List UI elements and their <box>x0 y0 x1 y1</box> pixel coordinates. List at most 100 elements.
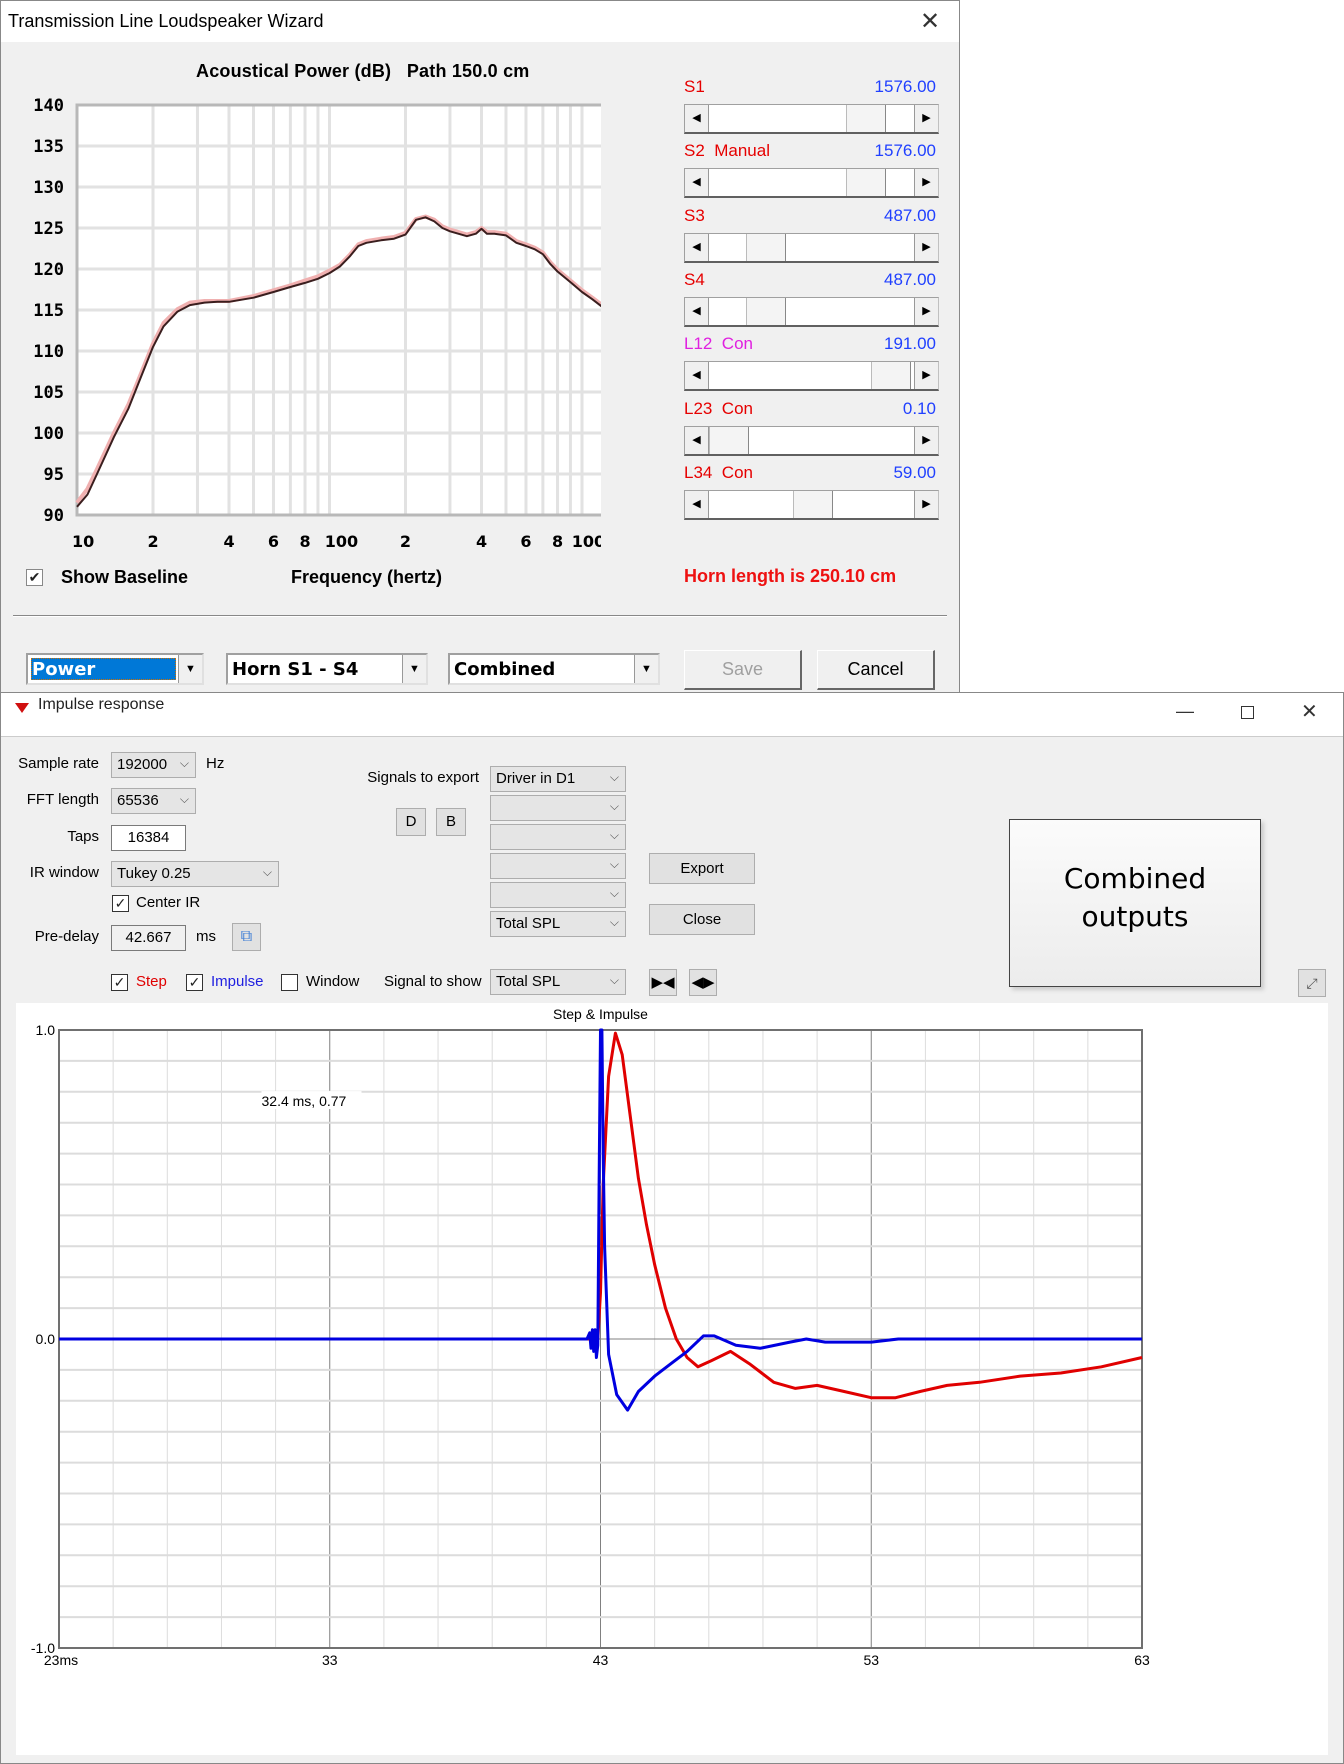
b-button[interactable]: B <box>436 808 466 836</box>
slider-scrollbar[interactable]: ◀ ▶ <box>684 361 939 392</box>
power-chart: 90 95 100 105 110 115 120 125 130 135 140 10 2 4 6 8 100… <box>33 96 601 551</box>
x-tick-label: 8 <box>299 532 310 551</box>
y-tick-label: 90 <box>44 506 64 526</box>
sample-rate-value: 192000 <box>117 756 168 773</box>
fft-length-label: FFT length <box>26 791 99 808</box>
predelay-input[interactable]: 42.667 <box>111 925 186 951</box>
slider-value: 487.00 <box>884 205 936 225</box>
sample-rate-label: Sample rate <box>18 755 99 772</box>
step-label: Step <box>136 973 167 990</box>
slider-thumb[interactable] <box>745 297 786 325</box>
scroll-left-arrow-icon[interactable]: ◀ <box>685 426 709 454</box>
export-signal-select[interactable]: Driver in D1 ⌵ <box>490 766 626 792</box>
slider-scrollbar[interactable]: ◀ ▶ <box>684 104 939 134</box>
y-tick-label: 135 <box>33 137 64 157</box>
export-button[interactable]: Export <box>649 853 755 884</box>
ir-window-select[interactable]: Tukey 0.25 ⌵ <box>111 861 279 887</box>
slider-thumb[interactable] <box>792 490 833 518</box>
scroll-right-arrow-icon[interactable]: ▶ <box>914 426 938 454</box>
x-axis-title: Frequency (hertz) <box>291 567 443 587</box>
close-button[interactable]: Close <box>649 904 755 935</box>
y-tick-label: 120 <box>33 260 64 280</box>
view-select-value: Power <box>32 659 96 680</box>
y-tick-label: 140 <box>33 96 64 116</box>
slider-value: 0.10 <box>902 398 936 418</box>
fft-length-select[interactable]: 65536 ⌵ <box>111 788 196 814</box>
taps-input[interactable]: 16384 <box>111 825 186 851</box>
cancel-button[interactable]: Cancel <box>817 650 935 690</box>
impulse-title-bar: Impulse response — ✕ <box>1 693 1343 737</box>
x-tick-label: 43 <box>593 1652 609 1668</box>
impulse-checkbox[interactable]: ✓ <box>186 974 203 991</box>
chevron-down-icon[interactable]: ▼ <box>634 655 658 683</box>
export-signal-select[interactable]: Total SPL ⌵ <box>490 911 626 937</box>
view-select[interactable]: Power ▼ <box>26 653 204 685</box>
chevron-down-icon: ⌵ <box>609 886 619 900</box>
slider-thumb[interactable] <box>745 233 786 261</box>
scroll-left-arrow-icon[interactable]: ◀ <box>685 362 709 390</box>
chart-title: Step & Impulse <box>553 1006 648 1022</box>
scroll-right-arrow-icon[interactable]: ▶ <box>914 297 938 325</box>
sample-rate-select[interactable]: 192000 ⌵ <box>111 752 196 778</box>
scroll-right-arrow-icon[interactable]: ▶ <box>914 490 938 518</box>
show-baseline-check[interactable]: ✔ <box>26 569 43 586</box>
signal-to-show-value: Total SPL <box>496 973 561 990</box>
slider-scrollbar[interactable]: ◀ ▶ <box>684 489 939 520</box>
step-impulse-plot-panel: Step & Impulse 1.0 0.0 -1.0 23ms 33 43 53 63 32.4… <box>16 1003 1328 1755</box>
window-checkbox[interactable] <box>281 974 298 991</box>
slider-thumb[interactable] <box>709 426 749 454</box>
signals-to-export-label: Signals to export <box>367 769 479 786</box>
scroll-left-arrow-icon[interactable]: ◀ <box>685 233 709 261</box>
center-ir-checkbox[interactable]: ✓ <box>112 895 129 912</box>
scroll-left-arrow-icon[interactable]: ◀ <box>685 105 709 132</box>
export-signal-select[interactable]: ⌵ <box>490 882 626 908</box>
scroll-right-arrow-icon[interactable]: ▶ <box>914 233 938 261</box>
x-tick-label: 2 <box>147 532 158 551</box>
slider-scrollbar[interactable]: ◀ ▶ <box>684 168 939 199</box>
segment-select[interactable]: Horn S1 - S4 ▼ <box>226 653 428 685</box>
combined-outputs-box: Combined outputs <box>1009 819 1261 987</box>
slider-thumb[interactable] <box>870 362 911 390</box>
chevron-down-icon: ⌵ <box>609 857 619 871</box>
maximize-icon[interactable] <box>1241 706 1254 719</box>
chevron-down-icon: ⌵ <box>262 865 272 879</box>
export-signal-select[interactable]: ⌵ <box>490 853 626 879</box>
scroll-right-arrow-icon[interactable]: ▶ <box>914 362 938 390</box>
slider-scrollbar[interactable]: ◀ ▶ <box>684 232 939 263</box>
slider-value: 191.00 <box>884 334 936 354</box>
taps-label: Taps <box>67 828 99 845</box>
close-icon[interactable]: ✕ <box>915 7 945 36</box>
export-signal-select[interactable]: ⌵ <box>490 795 626 821</box>
slider-scrollbar[interactable]: ◀ ▶ <box>684 296 939 327</box>
scroll-right-arrow-icon[interactable]: ▶ <box>914 105 938 132</box>
signal-to-show-select[interactable]: Total SPL ⌵ <box>490 969 626 995</box>
chevron-down-icon[interactable]: ▼ <box>178 655 202 683</box>
chevron-down-icon[interactable]: ▼ <box>402 655 426 683</box>
segment-select-value: Horn S1 - S4 <box>232 659 359 680</box>
x-tick-label: 8 <box>552 532 563 551</box>
minimize-icon[interactable]: — <box>1176 701 1194 722</box>
slider-scrollbar[interactable]: ◀ ▶ <box>684 425 939 456</box>
step-checkbox[interactable]: ✓ <box>111 974 128 991</box>
scroll-left-arrow-icon[interactable]: ◀ <box>685 169 709 197</box>
export-signal-value: Total SPL <box>496 915 561 932</box>
d-button[interactable]: D <box>396 808 426 836</box>
horn-length-text: Horn length is 250.10 cm <box>684 566 897 586</box>
scroll-left-arrow-icon[interactable]: ◀ <box>685 490 709 518</box>
scroll-left-arrow-icon[interactable]: ◀ <box>685 297 709 325</box>
ir-window-value: Tukey 0.25 <box>117 865 191 882</box>
fullscreen-button[interactable]: ⤢ <box>1298 969 1326 997</box>
scroll-right-arrow-icon[interactable]: ▶ <box>914 169 938 197</box>
close-icon[interactable]: ✕ <box>1301 699 1318 724</box>
slider-thumb[interactable] <box>845 105 886 132</box>
zoom-in-time-button[interactable]: ▶◀ <box>649 969 677 996</box>
slider-thumb[interactable] <box>845 169 886 197</box>
x-tick-label: 63 <box>1134 1652 1150 1668</box>
export-signal-select[interactable]: ⌵ <box>490 824 626 850</box>
copy-button[interactable]: ⧉ <box>232 923 261 951</box>
chevron-down-icon: ⌵ <box>609 770 619 784</box>
zoom-out-time-button[interactable]: ◀▶ <box>689 969 717 996</box>
wizard-title: Transmission Line Loudspeaker Wizard <box>8 11 324 31</box>
save-button[interactable]: Save <box>684 650 802 690</box>
output-select[interactable]: Combined ▼ <box>448 653 660 685</box>
